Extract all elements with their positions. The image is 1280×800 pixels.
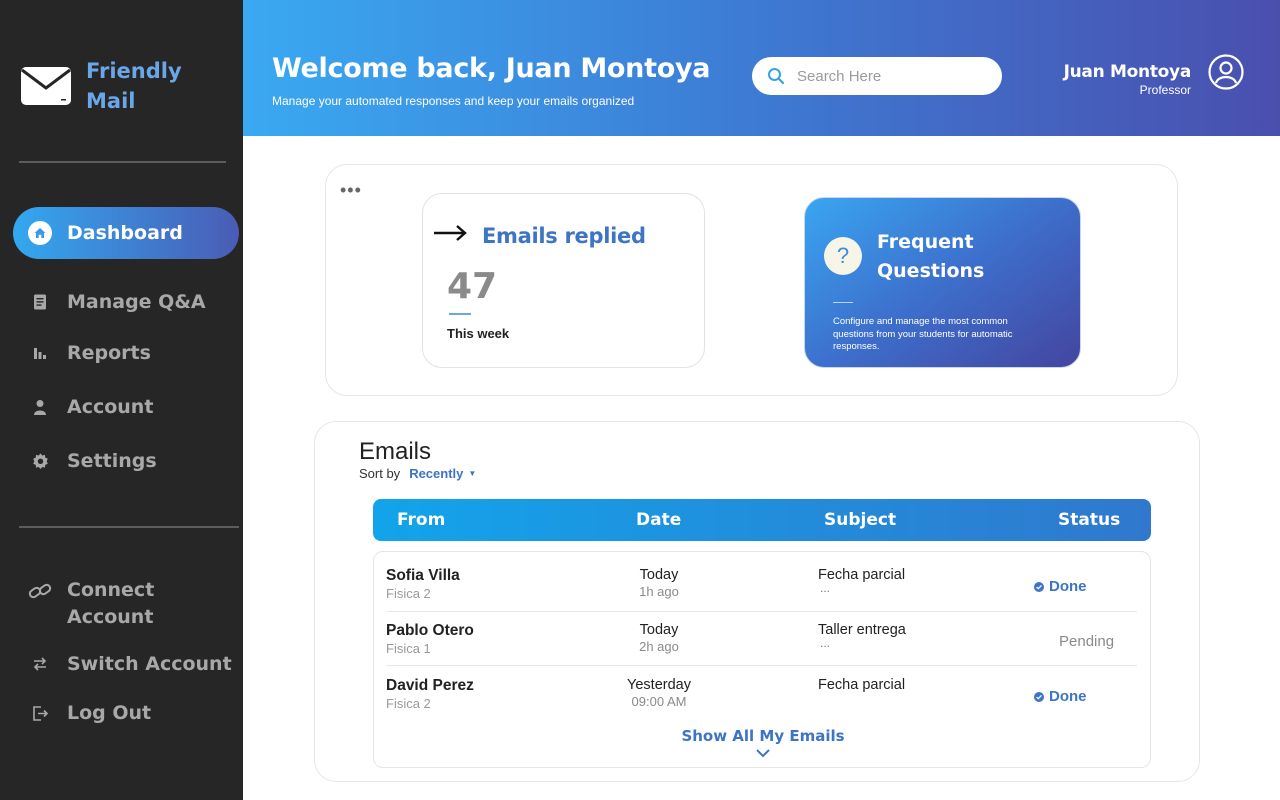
sidebar-item-settings[interactable]: Settings <box>13 435 239 487</box>
sidebar-item-manage-qa[interactable]: Manage Q&A <box>13 276 239 328</box>
frequent-questions-description: Configure and manage the most common que… <box>833 316 1013 352</box>
emails-panel: Emails Sort by Recently ▼ From Date Subj… <box>314 421 1200 782</box>
date-time: 2h ago <box>639 639 679 654</box>
user-role: Professor <box>1139 83 1191 97</box>
table-header: From Date Subject Status <box>373 499 1151 541</box>
sidebar: Friendly Mail Dashboard Manage Q&A Repor… <box>0 0 243 800</box>
home-icon <box>13 221 67 245</box>
sidebar-item-dashboard[interactable]: Dashboard <box>13 207 239 259</box>
table-row[interactable]: Pablo Otero Fisica 1 Today 2h ago Taller… <box>374 607 1152 662</box>
stats-panel: ••• Emails replied 47 This week ? Freque… <box>325 164 1178 396</box>
search-bar[interactable] <box>752 57 1002 95</box>
sidebar-item-switch-account[interactable]: Switch Account <box>13 638 239 690</box>
status-text: Done <box>1049 578 1087 595</box>
emails-title: Emails <box>359 438 432 465</box>
check-circle-icon <box>1034 581 1044 592</box>
sidebar-divider-top <box>19 161 226 163</box>
emails-replied-period: This week <box>447 326 510 341</box>
sender-name: Pablo Otero <box>386 622 474 639</box>
column-header-status[interactable]: Status <box>1058 510 1120 530</box>
email-subject: Fecha parcial <box>818 677 906 693</box>
sort-dropdown[interactable]: Recently <box>409 466 463 481</box>
date-time: 09:00 AM <box>631 694 687 709</box>
bar-chart-icon <box>13 346 67 360</box>
check-circle-icon <box>1034 691 1044 702</box>
question-icon: ? <box>824 237 862 275</box>
sender-course: Fisica 1 <box>386 641 431 656</box>
date-day: Today <box>639 567 679 583</box>
status-text: Pending <box>1059 633 1115 650</box>
sender-name: Sofia Villa <box>386 567 460 584</box>
sidebar-divider-bottom <box>19 526 239 528</box>
search-input[interactable] <box>797 67 977 85</box>
status-badge: Done <box>1034 578 1139 595</box>
mail-logo-icon <box>21 67 71 105</box>
sender-name: David Perez <box>386 677 474 694</box>
sender-course: Fisica 2 <box>386 696 431 711</box>
table-row[interactable]: David Perez Fisica 2 Yesterday 09:00 AM … <box>374 662 1152 717</box>
sidebar-item-label: Dashboard <box>67 222 183 244</box>
page-subtitle: Manage your automated responses and keep… <box>272 94 635 108</box>
arrow-right-icon <box>434 225 467 241</box>
email-preview: ... <box>820 636 831 650</box>
email-subject: Fecha parcial <box>818 567 906 583</box>
column-header-from[interactable]: From <box>397 510 445 530</box>
page-title: Welcome back, Juan Montoya <box>272 53 711 84</box>
sidebar-item-log-out[interactable]: Log Out <box>13 687 239 739</box>
email-subject: Taller entrega <box>818 622 906 638</box>
accent-line <box>449 313 471 315</box>
sort-label: Sort by <box>359 466 401 481</box>
frequent-questions-title: Frequent Questions <box>877 231 985 282</box>
frequent-questions-card[interactable]: ? Frequent Questions Configure and manag… <box>804 197 1081 368</box>
sidebar-item-label: Account <box>67 396 154 418</box>
sidebar-item-connect-account[interactable]: Connect Account <box>13 577 239 637</box>
status-badge: Done <box>1034 688 1139 705</box>
search-icon <box>768 68 785 85</box>
sidebar-item-label: Reports <box>67 342 151 364</box>
sidebar-item-label: Connect Account <box>67 579 155 628</box>
brand[interactable]: Friendly Mail <box>20 56 186 116</box>
chevron-down-icon[interactable] <box>755 748 771 758</box>
more-options-icon[interactable]: ••• <box>340 181 362 199</box>
date-day: Today <box>639 622 679 638</box>
accent-line <box>833 302 853 303</box>
emails-table: Sofia Villa Fisica 2 Today 1h ago Fecha … <box>373 551 1151 768</box>
gear-icon <box>13 452 67 470</box>
switch-arrows-icon <box>13 656 67 672</box>
column-header-subject[interactable]: Subject <box>824 510 896 530</box>
emails-replied-count: 47 <box>447 266 498 307</box>
emails-replied-title: Emails replied <box>482 224 646 248</box>
sender-course: Fisica 2 <box>386 586 431 601</box>
document-icon <box>13 294 67 310</box>
column-header-date[interactable]: Date <box>636 510 681 530</box>
sidebar-item-label: Switch Account <box>67 653 232 675</box>
table-row[interactable]: Sofia Villa Fisica 2 Today 1h ago Fecha … <box>374 552 1152 607</box>
sidebar-item-label: Manage Q&A <box>67 291 206 313</box>
status-badge: Pending <box>1034 633 1139 650</box>
sidebar-item-reports[interactable]: Reports <box>13 327 239 379</box>
user-name: Juan Montoya <box>1063 62 1192 82</box>
caret-down-icon[interactable]: ▼ <box>468 469 476 478</box>
sort-control: Sort by Recently ▼ <box>359 466 476 481</box>
logout-icon <box>13 705 67 722</box>
sidebar-item-label: Log Out <box>67 702 152 724</box>
sidebar-item-account[interactable]: Account <box>13 381 239 433</box>
sidebar-item-label: Settings <box>67 450 157 472</box>
date-time: 1h ago <box>639 584 679 599</box>
user-icon <box>13 399 67 415</box>
status-text: Done <box>1049 688 1087 705</box>
brand-name: Friendly Mail <box>86 59 182 113</box>
emails-replied-card: Emails replied 47 This week <box>422 193 705 368</box>
avatar-icon[interactable] <box>1208 54 1244 90</box>
link-icon <box>13 579 67 603</box>
header: Welcome back, Juan Montoya Manage your a… <box>243 0 1280 136</box>
date-day: Yesterday <box>627 677 691 693</box>
show-all-emails-link[interactable]: Show All My Emails <box>374 727 1152 745</box>
email-preview: ... <box>820 581 831 595</box>
